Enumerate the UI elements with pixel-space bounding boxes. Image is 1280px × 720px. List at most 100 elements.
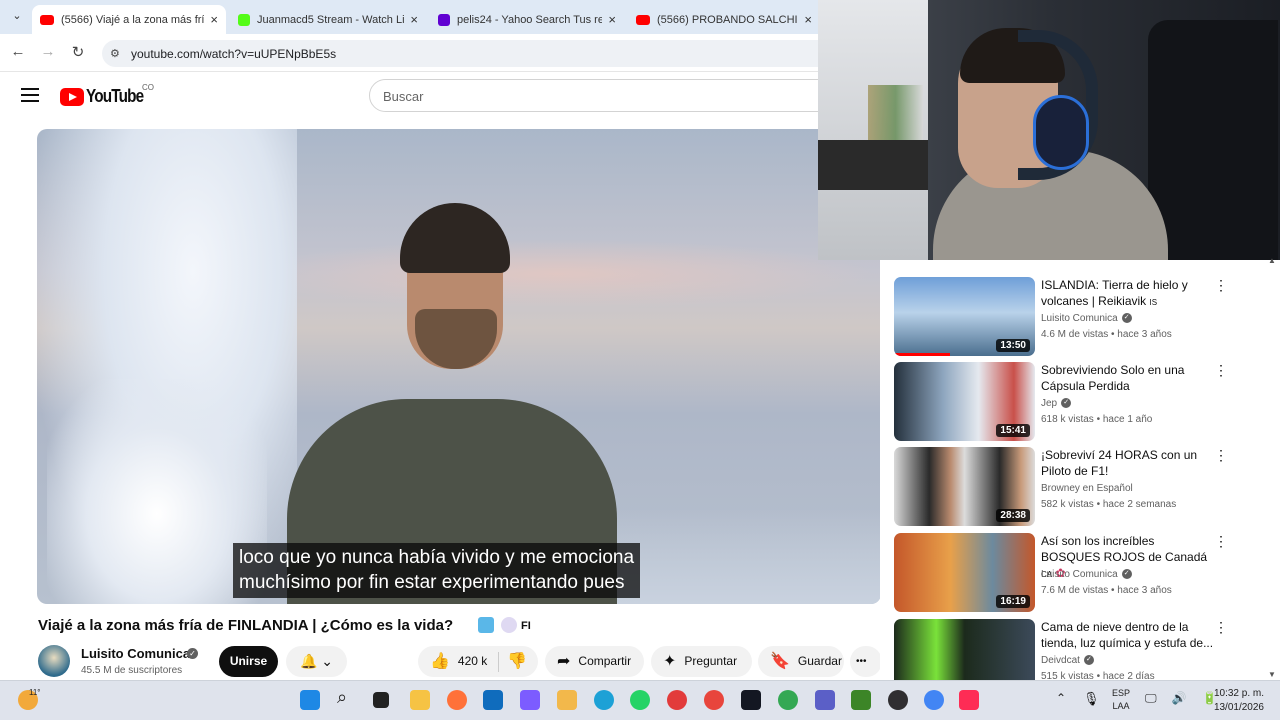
recommendation-item[interactable]: 16:19 Así son los increíbles BOSQUES ROJ… <box>894 533 1274 613</box>
forward-icon[interactable]: → <box>38 43 58 60</box>
verified-icon: ✓ <box>1061 398 1072 409</box>
more-actions-button[interactable]: ••• <box>850 646 882 677</box>
video-thumbnail[interactable]: 16:19 <box>894 533 1035 612</box>
recommendation-item[interactable]: 28:38 ¡Sobreviví 24 HORAS con un Piloto … <box>894 447 1274 527</box>
recommendation-channel[interactable]: Luisito Comunica ✓ <box>1041 569 1132 580</box>
search-icon[interactable]: ⌕ <box>337 687 347 708</box>
file-explorer-icon[interactable] <box>410 690 430 710</box>
clock[interactable]: 10:32 p. m. 13/01/2026 <box>1208 687 1264 715</box>
recommendations-list: 13:50 ISLANDIA: Tierra de hielo y volcan… <box>880 260 1280 680</box>
recommendation-item[interactable]: 15:41 Sobreviviendo Solo en una Cápsula … <box>894 362 1274 442</box>
recommendation-channel[interactable]: Jep ✓ <box>1041 398 1072 409</box>
video-thumbnail[interactable]: 15:41 <box>894 362 1035 441</box>
channel-text: Luisito Comunica <box>1041 569 1118 580</box>
tab-salchipapa-video[interactable]: (5566) PROBANDO SALCHIPAPA × <box>628 5 820 34</box>
hamburger-menu-icon[interactable] <box>21 88 39 106</box>
save-button[interactable]: 🔖 Guardar <box>758 646 844 677</box>
close-icon[interactable]: × <box>410 12 418 27</box>
recommendation-item[interactable]: Cama de nieve dentro de la tienda, luz q… <box>894 619 1274 680</box>
join-button[interactable]: Unirse <box>219 646 278 677</box>
explorer-pin-icon[interactable] <box>557 690 577 710</box>
minecraft-icon[interactable] <box>851 690 871 710</box>
recommendation-channel[interactable]: Luisito Comunica ✓ <box>1041 313 1132 324</box>
headset-earcup <box>1033 95 1089 170</box>
tradingview-icon[interactable] <box>741 690 761 710</box>
back-icon[interactable]: ← <box>8 43 28 60</box>
recommendation-meta: 7.6 M de vistas • hace 3 años <box>1041 585 1172 596</box>
channel-avatar[interactable] <box>38 645 70 677</box>
firefox-icon[interactable] <box>447 690 467 710</box>
more-vert-icon[interactable]: ⋮ <box>1214 362 1228 379</box>
recommendation-title[interactable]: ¡Sobreviví 24 HORAS con un Piloto de F1! <box>1041 447 1216 479</box>
copilot-icon[interactable] <box>520 690 540 710</box>
reload-icon[interactable]: ↻ <box>68 43 88 61</box>
like-count[interactable]: 420 k <box>458 646 487 677</box>
search-input[interactable]: Buscar <box>369 79 829 112</box>
close-icon[interactable]: × <box>804 12 812 27</box>
close-icon[interactable]: × <box>210 12 218 27</box>
video-player[interactable]: loco que yo nunca había vivido y me emoc… <box>37 129 881 604</box>
edge-icon[interactable] <box>594 690 614 710</box>
recommendation-title[interactable]: Cama de nieve dentro de la tienda, luz q… <box>1041 619 1216 651</box>
more-vert-icon[interactable]: ⋮ <box>1214 533 1228 550</box>
youtube-play-icon <box>60 87 84 106</box>
ask-button[interactable]: ✦ Preguntar <box>651 646 752 677</box>
channel-name[interactable]: Luisito Comunica <box>81 646 190 661</box>
video-thumbnail[interactable]: 28:38 <box>894 447 1035 526</box>
recommendation-channel[interactable]: Browney en Español <box>1041 483 1133 494</box>
recommendation-channel[interactable]: Deivdcat ✓ <box>1041 655 1094 666</box>
subscriber-count: 45.5 M de suscriptores <box>81 665 183 676</box>
chrome-icon[interactable] <box>704 690 724 710</box>
tab-kick-stream[interactable]: Juanmacd5 Stream - Watch Live × <box>230 5 426 34</box>
task-view-icon[interactable] <box>373 692 389 708</box>
address-bar[interactable]: ⚙ youtube.com/watch?v=uUPENpBbE5s <box>102 40 822 67</box>
more-vert-icon[interactable]: ⋮ <box>1214 619 1228 636</box>
recommendation-item[interactable]: 13:50 ISLANDIA: Tierra de hielo y volcan… <box>894 277 1274 357</box>
video-title: Viajé a la zona más fría de FINLANDIA | … <box>38 617 454 634</box>
dislike-button[interactable]: 👎 <box>499 646 538 677</box>
webcam-overlay <box>818 0 1280 260</box>
cold-face-emoji-icon <box>501 617 517 633</box>
country-tag: IS <box>1149 298 1158 307</box>
site-info-icon[interactable]: ⚙ <box>110 47 120 60</box>
microphone-icon[interactable]: 🎙 <box>1083 691 1100 707</box>
chrome-active-icon[interactable] <box>924 690 944 710</box>
tab-search-icon[interactable]: ⌄ <box>8 9 26 25</box>
tiktok-icon[interactable] <box>959 690 979 710</box>
title-country-tag: FI <box>521 620 531 632</box>
teams-icon[interactable] <box>815 690 835 710</box>
scroll-up-arrow-icon[interactable]: ▲ <box>1268 256 1276 265</box>
color-app-icon[interactable] <box>667 690 687 710</box>
channel-text: Luisito Comunica <box>1041 313 1118 324</box>
webcam-desk <box>818 140 928 190</box>
whatsapp-icon[interactable] <box>630 690 650 710</box>
recommendation-meta: 618 k vistas • hace 1 año <box>1041 414 1153 425</box>
clock-date: 13/01/2026 <box>1213 702 1264 713</box>
language-code: ESP <box>1112 688 1131 698</box>
close-icon[interactable]: × <box>608 12 616 27</box>
video-frame-ground <box>617 509 881 604</box>
share-button[interactable]: ➦ Compartir <box>545 646 644 677</box>
chevron-up-icon[interactable]: ⌃ <box>1056 691 1066 705</box>
tab-yahoo-search[interactable]: pelis24 - Yahoo Search Tus resu × <box>430 5 624 34</box>
recycle-icon[interactable] <box>778 690 798 710</box>
more-vert-icon[interactable]: ⋮ <box>1214 277 1228 294</box>
url-text[interactable]: youtube.com/watch?v=uUPENpBbE5s <box>131 47 336 61</box>
video-thumbnail[interactable]: 13:50 <box>894 277 1035 356</box>
video-thumbnail[interactable] <box>894 619 1035 680</box>
notification-bell-button[interactable]: 🔔 ⌄ <box>286 646 347 677</box>
tab-active-video[interactable]: (5566) Viajé a la zona más fría d × <box>32 5 226 34</box>
like-icon[interactable]: 👍 <box>430 646 450 677</box>
obs-icon[interactable] <box>888 690 908 710</box>
windows-start-icon[interactable] <box>300 690 320 710</box>
keyboard-layout: LAA <box>1112 701 1130 711</box>
recommendation-meta: 4.6 M de vistas • hace 3 años <box>1041 329 1172 340</box>
language-indicator[interactable]: ESP LAA <box>1112 687 1130 713</box>
youtube-logo-text: YouTube <box>86 86 144 106</box>
youtube-logo[interactable]: YouTube <box>60 86 153 107</box>
scroll-down-arrow-icon[interactable]: ▼ <box>1268 670 1276 679</box>
more-vert-icon[interactable]: ⋮ <box>1214 447 1228 464</box>
recommendation-title[interactable]: Sobreviviendo Solo en una Cápsula Perdid… <box>1041 362 1216 394</box>
outlook-icon[interactable] <box>483 690 503 710</box>
recommendation-title[interactable]: ISLANDIA: Tierra de hielo y volcanes | R… <box>1041 277 1216 311</box>
